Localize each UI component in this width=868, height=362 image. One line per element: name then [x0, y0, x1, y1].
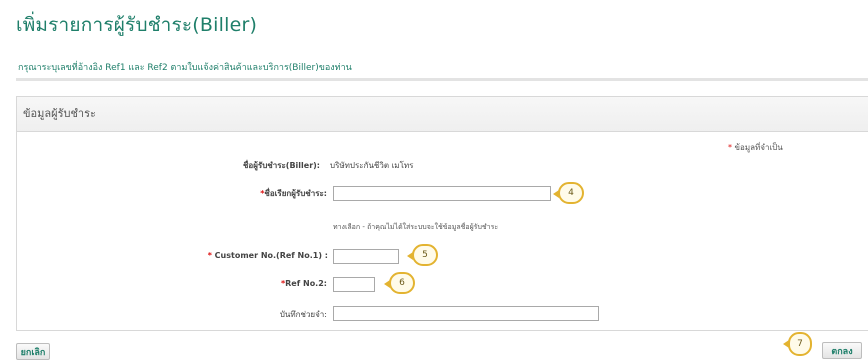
ref2-label-text: Ref No.2: [285, 279, 327, 288]
annotation-marker-5: 5 [407, 244, 438, 266]
biller-name-value: บริษัทประกันชีวิต เมโทร [330, 161, 414, 170]
title-divider [16, 78, 868, 81]
annotation-marker-4: 4 [553, 182, 584, 204]
add-biller-page: เพิ่มรายการผู้รับชำระ(Biller) กรุณาระบุเ… [0, 0, 868, 362]
ref1-label: * Customer No.(Ref No.1) : [150, 251, 328, 260]
memo-label: บันทึกช่วยจำ: [279, 310, 327, 319]
required-note-text: ข้อมูลที่จำเป็น [734, 143, 783, 152]
required-star: * [207, 251, 212, 260]
ref1-label-text: Customer No.(Ref No.1) : [214, 251, 328, 260]
biller-info-panel: ข้อมูลผู้รับชำระ [16, 96, 868, 331]
annotation-marker-6: 6 [384, 272, 415, 294]
confirm-button[interactable]: ตกลง [822, 342, 862, 359]
biller-name-label: ชื่อผู้รับชำระ(Biller): [242, 161, 320, 170]
nickname-label: *ชื่อเรียกผู้รับชำระ: [180, 187, 327, 200]
nickname-input[interactable] [333, 186, 551, 201]
page-title: เพิ่มรายการผู้รับชำระ(Biller) [16, 14, 258, 36]
panel-header: ข้อมูลผู้รับชำระ [17, 97, 868, 132]
required-star: * [728, 143, 732, 152]
customer-no-ref1-input[interactable] [333, 249, 399, 264]
page-subtitle: กรุณาระบุเลขที่อ้างอิง Ref1 และ Ref2 ตาม… [18, 63, 352, 73]
nickname-label-text: ชื่อเรียกผู้รับชำระ: [264, 189, 327, 198]
annotation-marker-7: 7 [783, 332, 812, 356]
required-note: * ข้อมูลที่จำเป็น [728, 141, 783, 154]
ref2-input[interactable] [333, 277, 375, 292]
memo-input[interactable] [333, 306, 599, 321]
nickname-hint: ทางเลือก - ถ้าคุณไม่ได้ใส่ระบบจะใช้ข้อมู… [333, 223, 499, 231]
ref2-label: *Ref No.2: [200, 279, 327, 288]
cancel-button[interactable]: ยกเลิก [16, 343, 50, 360]
